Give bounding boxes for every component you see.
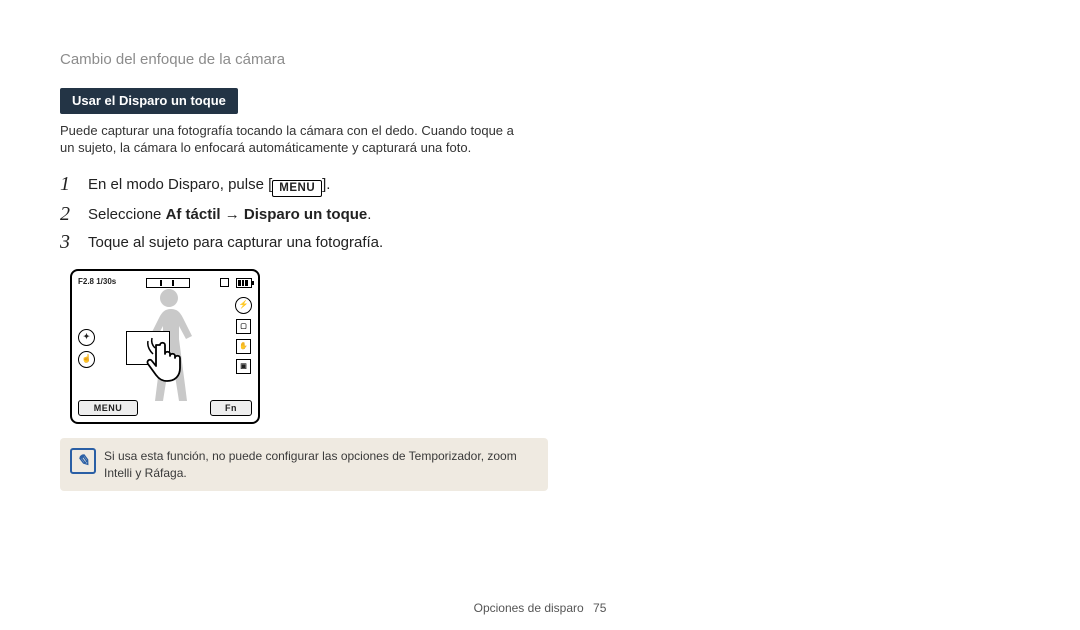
step-1: En el modo Disparo, pulse [MENU]. bbox=[60, 171, 530, 201]
lcd-top-right bbox=[220, 278, 252, 288]
running-head: Cambio del enfoque de la cámara bbox=[60, 50, 1020, 70]
content-column: Usar el Disparo un toque Puede capturar … bbox=[60, 88, 530, 491]
memory-card-icon bbox=[220, 278, 229, 287]
manual-page: Cambio del enfoque de la cámara Usar el … bbox=[0, 0, 1080, 630]
lcd-menu-button: MENU bbox=[78, 400, 138, 416]
step-1-text-b: ]. bbox=[322, 176, 330, 193]
flash-icon: ⚡ bbox=[235, 297, 252, 314]
touch-shot-icon: ☝ bbox=[78, 351, 95, 368]
lcd-left-icons: ✦ ☝ bbox=[78, 329, 95, 368]
step-list: En el modo Disparo, pulse [MENU]. Selecc… bbox=[60, 171, 530, 258]
footer-page-number: 75 bbox=[593, 601, 606, 615]
camera-lcd-illustration: F2.8 1/30s ✦ ☝ ⚡ ▢ ✋ ▣ bbox=[70, 269, 260, 424]
tap-hand-icon bbox=[146, 335, 188, 383]
lcd-right-icons: ⚡ ▢ ✋ ▣ bbox=[235, 297, 252, 374]
mode-icon: ✦ bbox=[78, 329, 95, 346]
metering-icon: ▣ bbox=[236, 359, 251, 374]
step-2-text-a: Seleccione bbox=[88, 206, 166, 223]
step-2-bold-a: Af táctil bbox=[166, 206, 221, 223]
section-intro: Puede capturar una fotografía tocando la… bbox=[60, 122, 530, 157]
lcd-fn-button: Fn bbox=[210, 400, 252, 416]
menu-key-chip: MENU bbox=[272, 180, 322, 197]
section-heading-chip: Usar el Disparo un toque bbox=[60, 88, 238, 114]
note-box: ✎ Si usa esta función, no puede configur… bbox=[60, 438, 548, 490]
footer-section-name: Opciones de disparo bbox=[474, 601, 584, 615]
note-text: Si usa esta función, no puede configurar… bbox=[104, 449, 517, 479]
step-2-text-b: . bbox=[367, 206, 371, 223]
page-footer: Opciones de disparo 75 bbox=[0, 600, 1080, 616]
image-size-icon: ▢ bbox=[236, 319, 251, 334]
note-icon: ✎ bbox=[70, 448, 96, 474]
battery-icon bbox=[236, 278, 252, 288]
step-2: Seleccione Af táctil → Disparo un toque. bbox=[60, 201, 530, 229]
lcd-soft-buttons: MENU Fn bbox=[78, 400, 252, 416]
lcd-exposure-readout: F2.8 1/30s bbox=[78, 277, 116, 288]
arrow-icon: → bbox=[221, 206, 244, 223]
stabilizer-icon: ✋ bbox=[236, 339, 251, 354]
step-1-text-a: En el modo Disparo, pulse [ bbox=[88, 176, 272, 193]
step-3: Toque al sujeto para capturar una fotogr… bbox=[60, 229, 530, 257]
step-3-text: Toque al sujeto para capturar una fotogr… bbox=[88, 234, 383, 251]
step-2-bold-b: Disparo un toque bbox=[244, 206, 367, 223]
